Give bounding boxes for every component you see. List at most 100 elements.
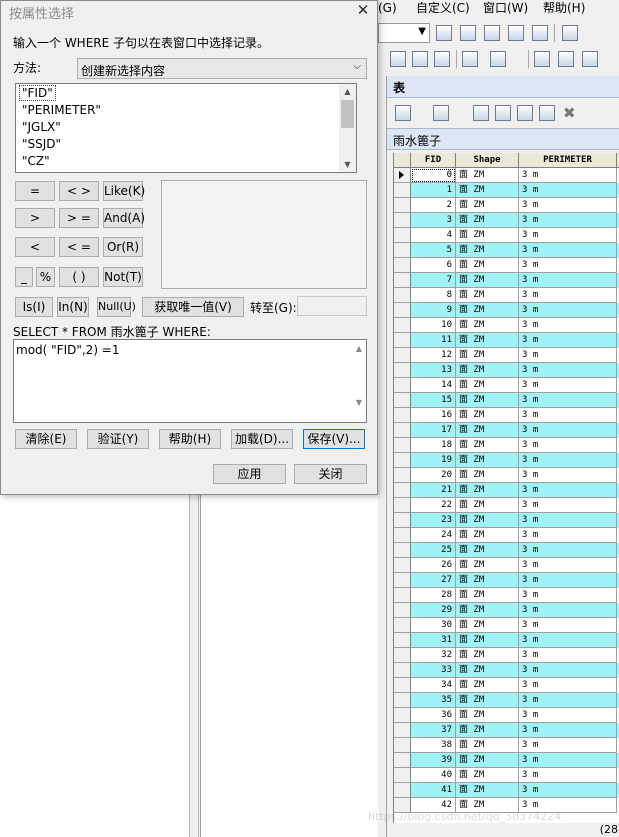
modelbuilder-icon[interactable] xyxy=(562,25,578,41)
row-selector[interactable] xyxy=(394,318,411,333)
layout-icon[interactable] xyxy=(582,51,598,67)
layout-icon[interactable] xyxy=(534,51,550,67)
menu-item-customize[interactable]: 自定义(C) xyxy=(416,0,470,17)
verify-button[interactable]: 验证(Y) xyxy=(87,429,149,449)
unique-values-list[interactable] xyxy=(161,180,367,289)
row-selector[interactable] xyxy=(394,708,411,723)
table-tab[interactable]: 雨水篦子 xyxy=(387,128,619,150)
table-row[interactable]: 16 面 ZM 3 m xyxy=(394,408,619,423)
operator-null-button[interactable]: Null(U) xyxy=(97,297,136,317)
table-row[interactable]: 3面 ZM 3 m xyxy=(394,213,619,228)
table-row[interactable]: 22 面 ZM 3 m xyxy=(394,498,619,513)
row-selector[interactable] xyxy=(394,588,411,603)
table-row[interactable]: 25 面 ZM 3 m xyxy=(394,543,619,558)
table-row[interactable]: 37 面 ZM 3 m xyxy=(394,723,619,738)
operator-greater-equal-button[interactable]: > = xyxy=(59,208,99,228)
row-selector[interactable] xyxy=(394,513,411,528)
zoom-to-selected-icon[interactable] xyxy=(539,105,555,121)
row-selector[interactable] xyxy=(394,363,411,378)
row-selector[interactable] xyxy=(394,618,411,633)
row-selector[interactable] xyxy=(394,603,411,618)
menu-item-help[interactable]: 帮助(H) xyxy=(543,0,585,17)
close-icon[interactable]: ✕ xyxy=(352,1,374,21)
table-row[interactable]: 13 面 ZM 3 m xyxy=(394,363,619,378)
row-selector[interactable] xyxy=(394,738,411,753)
operator-underscore-button[interactable]: _ xyxy=(15,267,33,287)
row-selector[interactable] xyxy=(394,558,411,573)
table-row[interactable]: 21 面 ZM 3 m xyxy=(394,483,619,498)
table-row[interactable]: 2面 ZM 3 m xyxy=(394,198,619,213)
table-row[interactable]: 9面 ZM 3 m xyxy=(394,303,619,318)
table-row[interactable]: 36 面 ZM 3 m xyxy=(394,708,619,723)
select-by-attributes-icon[interactable] xyxy=(473,105,489,121)
scroll-down-icon[interactable]: ▼ xyxy=(339,157,356,172)
table-row[interactable]: 40 面 ZM 3 m xyxy=(394,768,619,783)
row-selector[interactable] xyxy=(394,453,411,468)
menu-item-g[interactable]: (G) xyxy=(378,0,397,17)
load-button[interactable]: 加载(D)... xyxy=(231,429,293,449)
table-row[interactable]: 8面 ZM 3 m xyxy=(394,288,619,303)
operator-percent-button[interactable]: % xyxy=(36,267,55,287)
table-row[interactable]: 32 面 ZM 3 m xyxy=(394,648,619,663)
apply-button[interactable]: 应用 xyxy=(213,464,286,484)
operator-parens-button[interactable]: ( ) xyxy=(59,267,99,287)
column-header-shape[interactable]: Shape xyxy=(456,153,519,168)
row-selector[interactable] xyxy=(394,468,411,483)
field-list-scrollbar[interactable]: ▲ ▼ xyxy=(339,84,356,172)
close-button[interactable]: 关闭 xyxy=(294,464,367,484)
table-row[interactable]: 19 面 ZM 3 m xyxy=(394,453,619,468)
table-row[interactable]: 11 面 ZM 3 m xyxy=(394,333,619,348)
row-selector[interactable] xyxy=(394,543,411,558)
row-selector[interactable] xyxy=(394,243,411,258)
row-selector[interactable] xyxy=(394,408,411,423)
catalog-icon[interactable] xyxy=(484,25,500,41)
operator-not-button[interactable]: Not(T) xyxy=(103,267,143,287)
save-button[interactable]: 保存(V)... xyxy=(303,429,365,449)
row-selector[interactable] xyxy=(394,648,411,663)
row-selector[interactable] xyxy=(394,423,411,438)
table-row[interactable]: 12 面 ZM 3 m xyxy=(394,348,619,363)
menu-item-window[interactable]: 窗口(W) xyxy=(483,0,528,17)
where-clause-editor[interactable]: mod( "FID",2) =1 ▲ ▼ xyxy=(13,339,367,423)
row-selector[interactable] xyxy=(394,498,411,513)
row-selector[interactable] xyxy=(394,678,411,693)
scroll-up-icon[interactable]: ▲ xyxy=(339,84,356,99)
row-selector[interactable] xyxy=(394,258,411,273)
row-selector[interactable] xyxy=(394,768,411,783)
operator-in-button[interactable]: In(N) xyxy=(57,297,89,317)
field-item-fid[interactable]: "FID" xyxy=(19,85,56,101)
row-selector[interactable] xyxy=(394,183,411,198)
table-row[interactable]: 35 面 ZM 3 m xyxy=(394,693,619,708)
table-row[interactable]: 28 面 ZM 3 m xyxy=(394,588,619,603)
toolbox-icon[interactable] xyxy=(508,25,524,41)
row-selector[interactable] xyxy=(394,693,411,708)
row-selector[interactable] xyxy=(394,573,411,588)
table-row[interactable]: 6面 ZM 3 m xyxy=(394,258,619,273)
table-row[interactable]: 23 面 ZM 3 m xyxy=(394,513,619,528)
table-row[interactable]: 18 面 ZM 3 m xyxy=(394,438,619,453)
table-row[interactable]: 41 面 ZM 3 m xyxy=(394,783,619,798)
zoom-icon[interactable] xyxy=(490,51,506,67)
field-item-jglx[interactable]: "JGLX" xyxy=(22,120,61,134)
find-icon[interactable] xyxy=(390,51,406,67)
row-selector[interactable] xyxy=(394,783,411,798)
delete-selected-icon[interactable]: ✖ xyxy=(563,104,576,122)
row-selector[interactable] xyxy=(394,213,411,228)
clear-selection-icon[interactable] xyxy=(517,105,533,121)
row-selector[interactable] xyxy=(394,438,411,453)
row-selector[interactable] xyxy=(394,663,411,678)
column-header-perimeter[interactable]: PERIMETER xyxy=(519,153,617,168)
select-elements-icon[interactable] xyxy=(436,25,452,41)
table-row[interactable]: 34 面 ZM 3 m xyxy=(394,678,619,693)
time-slider-icon[interactable] xyxy=(462,51,478,67)
row-selector[interactable] xyxy=(394,753,411,768)
table-row[interactable]: 5面 ZM 3 m xyxy=(394,243,619,258)
goto-input[interactable] xyxy=(297,296,367,316)
field-item-ssjd[interactable]: "SSJD" xyxy=(22,137,61,151)
help-button[interactable]: 帮助(H) xyxy=(159,429,221,449)
table-row[interactable]: 14 面 ZM 3 m xyxy=(394,378,619,393)
method-select[interactable]: 创建新选择内容 ⌵ xyxy=(77,58,367,79)
table-row[interactable]: 39 面 ZM 3 m xyxy=(394,753,619,768)
table-row[interactable]: 10 面 ZM 3 m xyxy=(394,318,619,333)
row-selector[interactable] xyxy=(394,633,411,648)
